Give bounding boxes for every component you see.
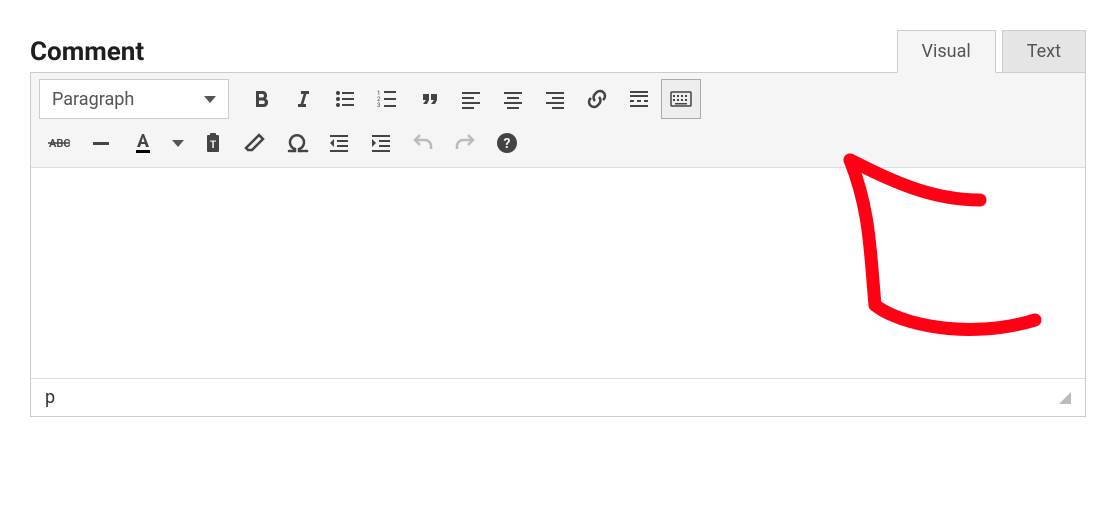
numbered-list-button[interactable]: 123	[367, 79, 407, 119]
format-select-value: Paragraph	[52, 89, 134, 110]
tab-visual[interactable]: Visual	[897, 30, 996, 73]
bullet-list-icon	[333, 87, 357, 111]
undo-button[interactable]	[403, 123, 443, 163]
text-color-button[interactable]	[123, 123, 163, 163]
element-path[interactable]: p	[45, 387, 55, 408]
text-color-dropdown[interactable]	[165, 123, 191, 163]
editor-toolbar: Paragraph 123	[31, 73, 1085, 168]
align-left-button[interactable]	[451, 79, 491, 119]
insert-link-button[interactable]	[577, 79, 617, 119]
chevron-down-icon	[172, 140, 184, 147]
quote-icon	[417, 87, 441, 111]
horizontal-rule-icon	[89, 131, 113, 155]
italic-icon	[291, 87, 315, 111]
bold-icon	[249, 87, 273, 111]
resize-handle[interactable]	[1059, 392, 1071, 404]
redo-icon	[453, 131, 477, 155]
align-center-button[interactable]	[493, 79, 533, 119]
insert-more-button[interactable]	[619, 79, 659, 119]
horizontal-rule-button[interactable]	[81, 123, 121, 163]
align-center-icon	[501, 87, 525, 111]
chevron-down-icon	[204, 96, 216, 103]
editor-tabs: Visual Text	[891, 30, 1086, 73]
bold-button[interactable]	[241, 79, 281, 119]
align-right-button[interactable]	[535, 79, 575, 119]
svg-text:?: ?	[504, 136, 511, 152]
paste-text-button[interactable]: T	[193, 123, 233, 163]
align-right-icon	[543, 87, 567, 111]
svg-text:T: T	[210, 140, 216, 151]
strikethrough-button[interactable]: ABC	[39, 123, 79, 163]
format-select[interactable]: Paragraph	[39, 79, 229, 119]
numbered-list-icon: 123	[375, 87, 399, 111]
indent-icon	[369, 131, 393, 155]
status-bar: p	[31, 378, 1085, 416]
omega-icon	[285, 131, 309, 155]
indent-button[interactable]	[361, 123, 401, 163]
italic-button[interactable]	[283, 79, 323, 119]
svg-text:3: 3	[377, 102, 380, 109]
blockquote-button[interactable]	[409, 79, 449, 119]
eraser-icon	[243, 131, 267, 155]
outdent-icon	[327, 131, 351, 155]
strikethrough-icon: ABC	[47, 131, 71, 155]
undo-icon	[411, 131, 435, 155]
help-button[interactable]: ?	[487, 123, 527, 163]
editor-panel: Paragraph 123	[30, 72, 1086, 417]
outdent-button[interactable]	[319, 123, 359, 163]
toggle-toolbar-button[interactable]	[661, 79, 701, 119]
clipboard-icon: T	[201, 131, 225, 155]
redo-button[interactable]	[445, 123, 485, 163]
page-title: Comment	[30, 37, 144, 67]
help-icon: ?	[495, 131, 519, 155]
tab-text[interactable]: Text	[1002, 30, 1086, 73]
clear-formatting-button[interactable]	[235, 123, 275, 163]
text-color-icon	[131, 131, 155, 155]
editor-content-area[interactable]	[31, 168, 1085, 378]
read-more-icon	[627, 87, 651, 111]
special-character-button[interactable]	[277, 123, 317, 163]
keyboard-icon	[669, 87, 693, 111]
align-left-icon	[459, 87, 483, 111]
bullet-list-button[interactable]	[325, 79, 365, 119]
link-icon	[585, 87, 609, 111]
